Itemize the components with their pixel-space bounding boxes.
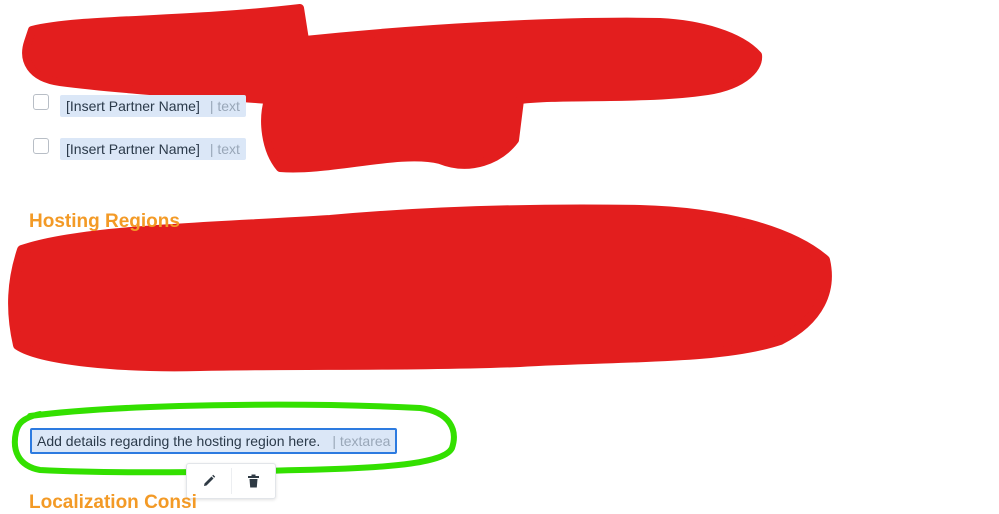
trash-icon[interactable] — [242, 470, 264, 492]
field-action-toolbar — [186, 463, 276, 499]
pencil-icon[interactable] — [198, 470, 220, 492]
section-title-localization-partial: Localization Consi — [29, 492, 197, 513]
highlight-circle-annotation — [11, 401, 457, 476]
toolbar-divider — [231, 468, 232, 494]
